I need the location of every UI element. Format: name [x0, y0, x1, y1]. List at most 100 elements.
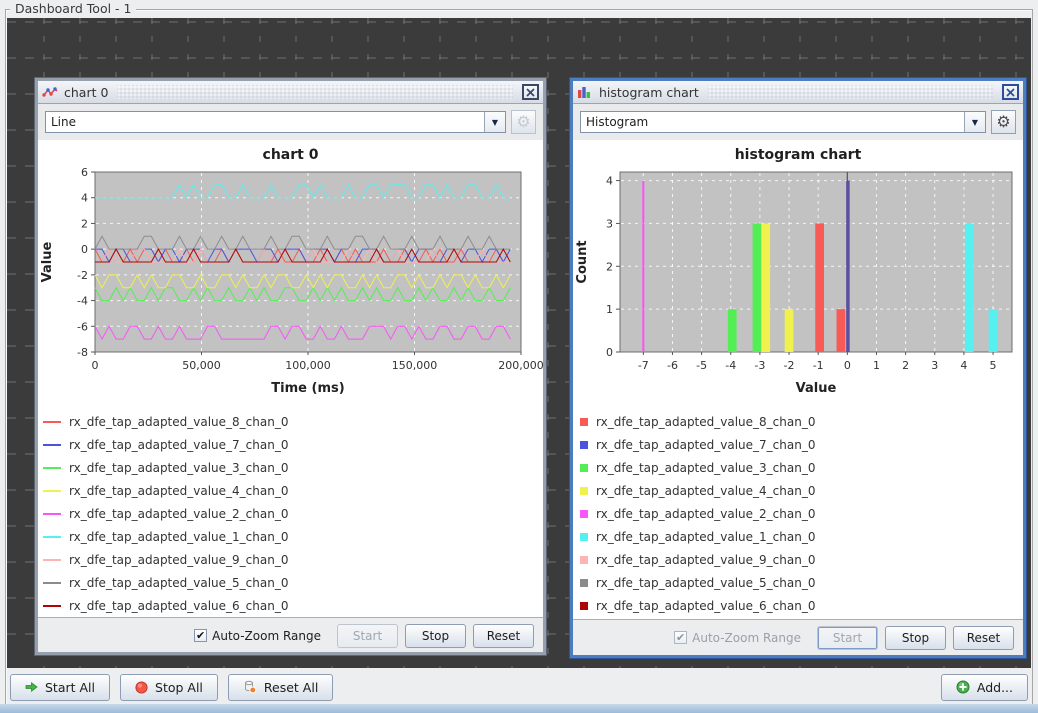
legend-label: rx_dfe_tap_adapted_value_2_chan_0	[596, 507, 815, 521]
svg-text:Value: Value	[40, 241, 55, 282]
svg-text:-5: -5	[696, 359, 707, 372]
legend-label: rx_dfe_tap_adapted_value_1_chan_0	[69, 530, 288, 544]
start-button: Start	[337, 624, 398, 648]
legend-swatch	[43, 559, 61, 561]
desktop: chart 0 Line ▼ ⚙ chart 0 0 50,000 100,000 1…	[7, 18, 1031, 668]
legend-swatch	[580, 602, 588, 610]
start-button: Start	[817, 626, 878, 650]
svg-text:-8: -8	[77, 346, 88, 359]
chart-type-value: Histogram	[581, 112, 964, 132]
svg-text:-2: -2	[77, 269, 88, 282]
svg-text:Value: Value	[796, 381, 837, 396]
titlebar-texture	[117, 85, 513, 99]
stop-button[interactable]: Stop	[405, 624, 466, 648]
reset-button[interactable]: Reset	[473, 624, 534, 648]
chart-title: histogram chart	[573, 140, 1023, 168]
legend-item: rx_dfe_tap_adapted_value_3_chan_0	[573, 456, 1023, 479]
svg-text:Time (ms): Time (ms)	[271, 381, 344, 396]
reset-button[interactable]: Reset	[953, 626, 1014, 650]
line-chart-icon	[42, 85, 59, 99]
legend-swatch	[43, 467, 61, 469]
stop-circle-icon	[135, 681, 148, 694]
bar-chart-icon	[577, 85, 594, 99]
settings-button: ⚙	[511, 110, 536, 134]
svg-text:2: 2	[606, 260, 613, 273]
svg-text:100,000: 100,000	[285, 359, 331, 372]
legend-label: rx_dfe_tap_adapted_value_9_chan_0	[596, 553, 815, 567]
add-label: Add...	[977, 680, 1013, 695]
svg-text:3: 3	[931, 359, 938, 372]
legend-label: rx_dfe_tap_adapted_value_4_chan_0	[596, 484, 815, 498]
frame-chart0: chart 0 Line ▼ ⚙ chart 0 050,000100,0001…	[35, 78, 546, 655]
titlebar-texture	[708, 85, 993, 99]
svg-text:0: 0	[606, 346, 613, 359]
legend-item: rx_dfe_tap_adapted_value_6_chan_0	[38, 594, 543, 617]
frame-histogram-titlebar[interactable]: histogram chart	[573, 81, 1023, 104]
chart-title: chart 0	[38, 140, 543, 168]
frame-chart0-titlebar[interactable]: chart 0	[38, 81, 543, 104]
legend-label: rx_dfe_tap_adapted_value_2_chan_0	[69, 507, 288, 521]
add-button[interactable]: Add...	[941, 674, 1028, 701]
chart0-panel: chart 0 050,000100,000150,000200,0006420…	[38, 140, 543, 652]
legend-item: rx_dfe_tap_adapted_value_2_chan_0	[38, 502, 543, 525]
legend-label: rx_dfe_tap_adapted_value_5_chan_0	[596, 576, 815, 590]
svg-text:200,000: 200,000	[498, 359, 543, 372]
legend-item: rx_dfe_tap_adapted_value_2_chan_0	[573, 502, 1023, 525]
histogram-plot[interactable]: -7-6-5-4-3-2-101234501234ValueCount	[573, 168, 1023, 400]
svg-text:-6: -6	[77, 320, 88, 333]
svg-text:1: 1	[873, 359, 880, 372]
start-all-label: Start All	[45, 680, 95, 695]
legend-swatch	[580, 487, 588, 495]
start-arrow-icon	[25, 681, 38, 693]
legend-label: rx_dfe_tap_adapted_value_6_chan_0	[69, 599, 288, 613]
window-bottom-edge	[0, 704, 1038, 713]
auto-zoom-checkbox[interactable]: ✔	[194, 629, 207, 642]
chart-type-value: Line	[46, 112, 484, 132]
svg-text:6: 6	[81, 168, 88, 179]
svg-text:1: 1	[606, 303, 613, 316]
legend-label: rx_dfe_tap_adapted_value_7_chan_0	[69, 438, 288, 452]
reset-database-icon	[243, 680, 257, 694]
stop-all-button[interactable]: Stop All	[120, 674, 218, 701]
svg-text:-3: -3	[754, 359, 765, 372]
gear-icon: ⚙	[516, 114, 530, 130]
legend-swatch	[43, 513, 61, 515]
frame-title: chart 0	[64, 85, 108, 100]
settings-button[interactable]: ⚙	[991, 110, 1016, 134]
svg-text:0: 0	[844, 359, 851, 372]
legend-label: rx_dfe_tap_adapted_value_4_chan_0	[69, 484, 288, 498]
close-button[interactable]	[522, 84, 539, 100]
svg-text:-2: -2	[784, 359, 795, 372]
frame-histogram: histogram chart Histogram ▼ ⚙ histogram …	[570, 78, 1026, 658]
stop-button[interactable]: Stop	[885, 626, 946, 650]
chart-type-select[interactable]: Histogram ▼	[580, 111, 986, 133]
svg-text:2: 2	[81, 217, 88, 230]
chevron-down-icon[interactable]: ▼	[484, 112, 505, 132]
svg-text:150,000: 150,000	[392, 359, 438, 372]
legend-item: rx_dfe_tap_adapted_value_5_chan_0	[38, 571, 543, 594]
legend-item: rx_dfe_tap_adapted_value_6_chan_0	[573, 594, 1023, 617]
chevron-down-icon[interactable]: ▼	[964, 112, 985, 132]
legend-item: rx_dfe_tap_adapted_value_9_chan_0	[573, 548, 1023, 571]
legend-item: rx_dfe_tap_adapted_value_1_chan_0	[573, 525, 1023, 548]
close-button[interactable]	[1002, 84, 1019, 100]
svg-text:4: 4	[606, 175, 613, 188]
main-toolbar: Start All Stop All Reset All Add...	[7, 671, 1031, 703]
auto-zoom-wrap: ✔ Auto-Zoom Range	[194, 629, 321, 643]
line-chart-plot[interactable]: 050,000100,000150,000200,0006420-2-4-6-8…	[38, 168, 543, 400]
svg-text:50,000: 50,000	[182, 359, 221, 372]
start-all-button[interactable]: Start All	[10, 674, 110, 701]
chart-type-select[interactable]: Line ▼	[45, 111, 506, 133]
legend-swatch	[580, 579, 588, 587]
frame-chart0-toolbar: Line ▼ ⚙	[38, 104, 543, 140]
legend-item: rx_dfe_tap_adapted_value_4_chan_0	[573, 479, 1023, 502]
auto-zoom-label: Auto-Zoom Range	[212, 629, 321, 643]
legend-swatch	[580, 510, 588, 518]
chart0-controls: ✔ Auto-Zoom Range Start Stop Reset	[38, 617, 543, 652]
svg-text:-1: -1	[813, 359, 824, 372]
svg-text:3: 3	[606, 217, 613, 230]
legend-label: rx_dfe_tap_adapted_value_8_chan_0	[596, 415, 815, 429]
stop-all-label: Stop All	[155, 680, 203, 695]
reset-all-button[interactable]: Reset All	[228, 674, 333, 701]
svg-text:4: 4	[960, 359, 967, 372]
